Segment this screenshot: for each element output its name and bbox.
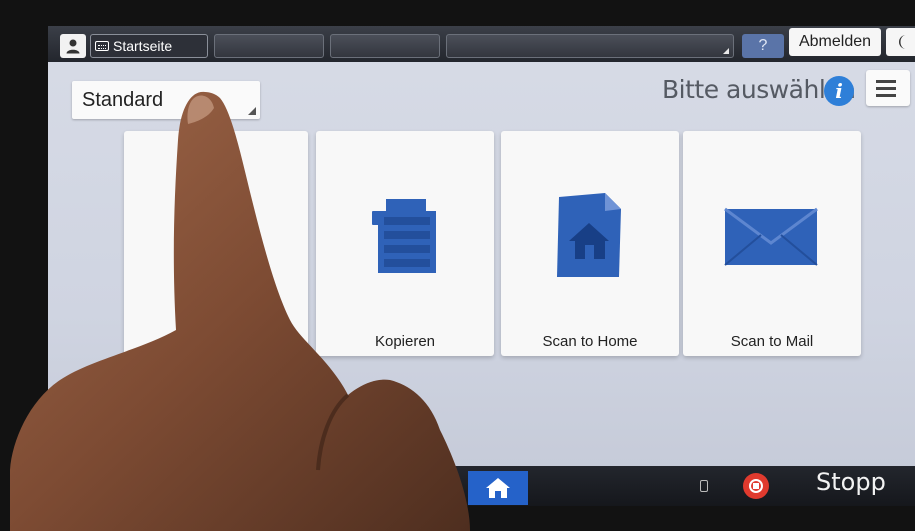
profile-dropdown[interactable]: Standard [72, 81, 260, 119]
profile-selected-value: Standard [82, 88, 164, 111]
hidden-app-icon [124, 131, 308, 356]
home-tab[interactable]: Startseite [90, 34, 208, 58]
hamburger-line [876, 87, 896, 90]
stop-button-label[interactable]: Stopp [816, 468, 886, 496]
app-tile-label: Scan to Home [542, 333, 638, 350]
app-tile-label: Kopieren [374, 333, 436, 350]
empty-tab-slot-2[interactable] [330, 34, 440, 58]
info-icon[interactable]: i [824, 76, 854, 106]
app-tile-label: Scan to Mail [730, 333, 814, 350]
envelope-icon [724, 207, 818, 266]
home-tab-label: Startseite [113, 38, 173, 54]
stop-icon[interactable] [743, 473, 769, 499]
info-icon-glyph: i [835, 79, 843, 103]
user-button[interactable] [60, 34, 86, 58]
home-icon [486, 478, 510, 498]
house-folder-icon [557, 193, 621, 277]
stop-hand-icon [749, 479, 763, 493]
app-tile-hidden[interactable] [124, 131, 308, 356]
help-label: ? [758, 37, 768, 54]
logout-button[interactable]: Abmelden [789, 28, 881, 56]
energy-saver-button[interactable] [886, 28, 915, 56]
hamburger-menu-icon [876, 80, 896, 83]
app-tile-scan-to-mail[interactable]: Scan to Mail [683, 131, 861, 356]
top-bar: Startseite ? Abmelden [48, 26, 915, 62]
empty-tab-slot-1[interactable] [214, 34, 324, 58]
touch-screen: Startseite ? Abmelden Standard Bitte aus… [48, 26, 915, 506]
data-indicator-icon [700, 480, 708, 492]
user-icon [66, 39, 80, 54]
copier-icon [372, 199, 436, 273]
menu-button[interactable] [866, 70, 910, 106]
help-button[interactable]: ? [742, 34, 784, 58]
status-message-area[interactable] [446, 34, 734, 58]
logout-label: Abmelden [798, 33, 872, 50]
app-tile-copy[interactable]: Kopieren [316, 131, 494, 356]
hamburger-line [876, 94, 896, 97]
app-tile-scan-to-home[interactable]: Scan to Home [501, 131, 679, 356]
keyboard-icon [95, 41, 109, 51]
home-button[interactable] [468, 471, 528, 505]
moon-icon [899, 35, 906, 49]
